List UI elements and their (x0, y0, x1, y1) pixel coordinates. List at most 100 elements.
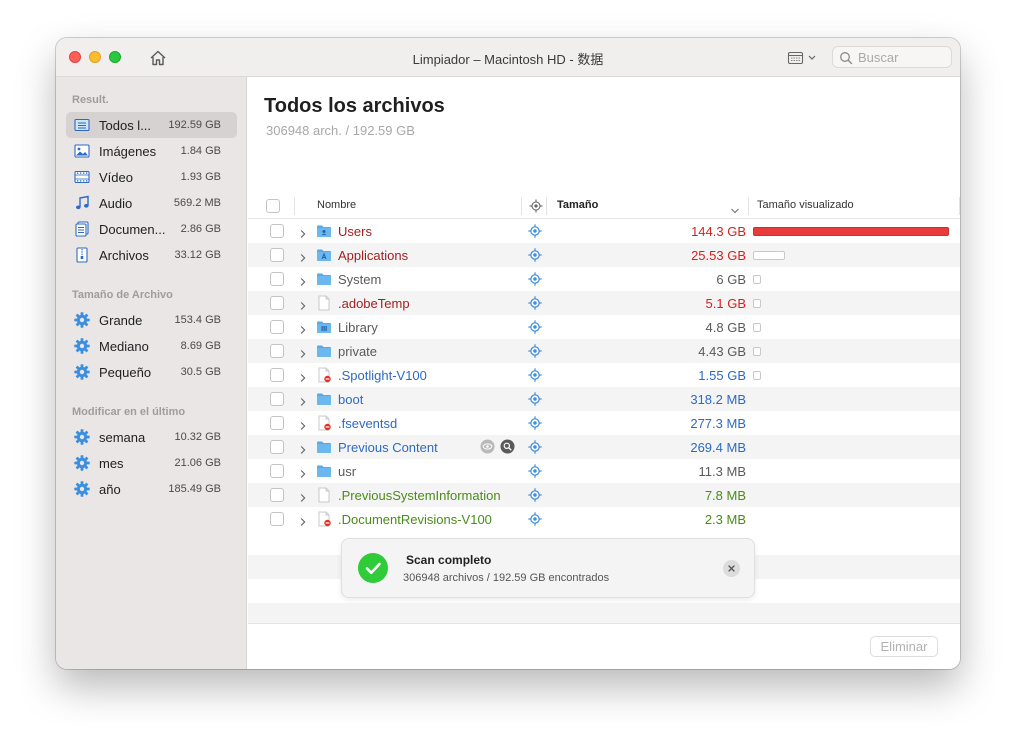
table-row[interactable]: .fseventsd 277.3 MB (248, 411, 960, 435)
row-checkbox[interactable] (270, 272, 284, 286)
chevron-right-icon[interactable] (300, 442, 306, 460)
target-icon[interactable] (528, 416, 542, 435)
folder-icon (316, 463, 332, 479)
chevron-right-icon[interactable] (300, 226, 306, 244)
chevron-right-icon[interactable] (300, 274, 306, 292)
sidebar-item-archives[interactable]: Archivos 33.12 GB (66, 242, 237, 268)
target-icon[interactable] (528, 368, 542, 387)
table-row[interactable]: Library 4.8 GB (248, 315, 960, 339)
sidebar-item-audio[interactable]: Audio 569.2 MB (66, 190, 237, 216)
target-icon[interactable] (528, 296, 542, 315)
footer-bar: Eliminar (248, 623, 960, 669)
sidebar-item-label: Audio (99, 196, 133, 211)
chevron-right-icon[interactable] (300, 466, 306, 484)
sidebar-item-video[interactable]: Vídeo 1.93 GB (66, 164, 237, 190)
row-checkbox[interactable] (270, 440, 284, 454)
table-row[interactable]: .adobeTemp 5.1 GB (248, 291, 960, 315)
chevron-right-icon[interactable] (300, 418, 306, 436)
sidebar-item-small[interactable]: Pequeño 30.5 GB (66, 359, 237, 385)
folder-icon (316, 439, 332, 455)
target-icon[interactable] (528, 440, 542, 459)
file-name: .Spotlight-V100 (338, 368, 427, 383)
target-icon[interactable] (528, 392, 542, 411)
sidebar-item-label: Grande (99, 313, 143, 328)
file-name: Library (338, 320, 378, 335)
file-size: 7.8 MB (704, 488, 746, 503)
file-size: 4.8 GB (705, 320, 746, 335)
table-row[interactable]: usr 11.3 MB (248, 459, 960, 483)
sidebar-item-large[interactable]: Grande 153.4 GB (66, 307, 237, 333)
sidebar-item-all-files[interactable]: Todos l... 192.59 GB (66, 112, 237, 138)
row-checkbox[interactable] (270, 368, 284, 382)
title-bar: Limpiador – Macintosh HD - 数据 (56, 38, 960, 77)
column-divider (521, 197, 522, 215)
row-checkbox[interactable] (270, 320, 284, 334)
sidebar-item-images[interactable]: Imágenes 1.84 GB (66, 138, 237, 164)
sidebar-item-year[interactable]: año 185.49 GB (66, 476, 237, 502)
chevron-right-icon[interactable] (300, 346, 306, 364)
sidebar-item-month[interactable]: mes 21.06 GB (66, 450, 237, 476)
row-checkbox[interactable] (270, 392, 284, 406)
chevron-right-icon[interactable] (300, 394, 306, 412)
view-mode-button[interactable] (787, 50, 823, 66)
sidebar-item-label: Mediano (99, 339, 149, 354)
scan-complete-toast: Scan completo 306948 archivos / 192.59 G… (341, 538, 755, 598)
delete-button[interactable]: Eliminar (870, 636, 938, 657)
row-checkbox[interactable] (270, 344, 284, 358)
target-icon[interactable] (528, 488, 542, 507)
table-row[interactable]: System 6 GB (248, 267, 960, 291)
row-checkbox[interactable] (270, 488, 284, 502)
search-input[interactable] (858, 50, 948, 65)
document-icon (74, 221, 90, 237)
sort-descending-icon[interactable] (730, 202, 740, 220)
restricted-file-icon (316, 415, 332, 431)
row-checkbox[interactable] (270, 224, 284, 238)
column-name-header[interactable]: Nombre (317, 199, 356, 211)
table-row[interactable]: Applications 25.53 GB (248, 243, 960, 267)
column-size-header[interactable]: Tamaño (557, 199, 598, 211)
sidebar-item-week[interactable]: semana 10.32 GB (66, 424, 237, 450)
file-size: 11.3 MB (698, 464, 746, 479)
table-row[interactable]: .Spotlight-V100 1.55 GB (248, 363, 960, 387)
target-icon[interactable] (528, 464, 542, 483)
close-icon[interactable] (723, 560, 740, 577)
chevron-right-icon[interactable] (300, 370, 306, 388)
chevron-right-icon[interactable] (300, 490, 306, 508)
row-checkbox[interactable] (270, 296, 284, 310)
table-row[interactable]: .PreviousSystemInformation 7.8 MB (248, 483, 960, 507)
row-checkbox[interactable] (270, 248, 284, 262)
sidebar-item-documents[interactable]: Documen... 2.86 GB (66, 216, 237, 242)
target-icon[interactable] (528, 344, 542, 363)
sidebar-item-label: Todos l... (99, 118, 152, 133)
target-icon[interactable] (528, 248, 542, 267)
table-row[interactable]: Users 144.3 GB (248, 219, 960, 243)
target-icon[interactable] (528, 512, 542, 531)
sidebar-item-size: 1.84 GB (180, 145, 221, 157)
target-icon[interactable] (528, 224, 542, 243)
select-all-checkbox[interactable] (266, 199, 280, 213)
size-bar (753, 275, 761, 284)
table-row[interactable]: Previous Content 269.4 MB (248, 435, 960, 459)
row-checkbox[interactable] (270, 416, 284, 430)
eye-icon[interactable] (480, 439, 495, 454)
chevron-right-icon[interactable] (300, 514, 306, 532)
search-field[interactable] (832, 46, 952, 68)
column-visual-size-header[interactable]: Tamaño visualizado (757, 199, 854, 211)
target-icon[interactable] (528, 320, 542, 339)
row-checkbox[interactable] (270, 512, 284, 526)
chevron-right-icon[interactable] (300, 298, 306, 316)
table-row[interactable]: boot 318.2 MB (248, 387, 960, 411)
target-column-icon[interactable] (529, 199, 543, 218)
restricted-file-icon (316, 367, 332, 383)
chevron-right-icon[interactable] (300, 250, 306, 268)
sidebar-item-label: Archivos (99, 248, 149, 263)
row-checkbox[interactable] (270, 464, 284, 478)
sidebar-item-label: Pequeño (99, 365, 152, 380)
table-row[interactable]: .DocumentRevisions-V100 2.3 MB (248, 507, 960, 531)
chevron-right-icon[interactable] (300, 322, 306, 340)
table-row[interactable]: private 4.43 GB (248, 339, 960, 363)
sidebar-item-medium[interactable]: Mediano 8.69 GB (66, 333, 237, 359)
toast-message: 306948 archivos / 192.59 GB encontrados (403, 572, 610, 584)
magnifier-icon[interactable] (500, 439, 515, 454)
target-icon[interactable] (528, 272, 542, 291)
